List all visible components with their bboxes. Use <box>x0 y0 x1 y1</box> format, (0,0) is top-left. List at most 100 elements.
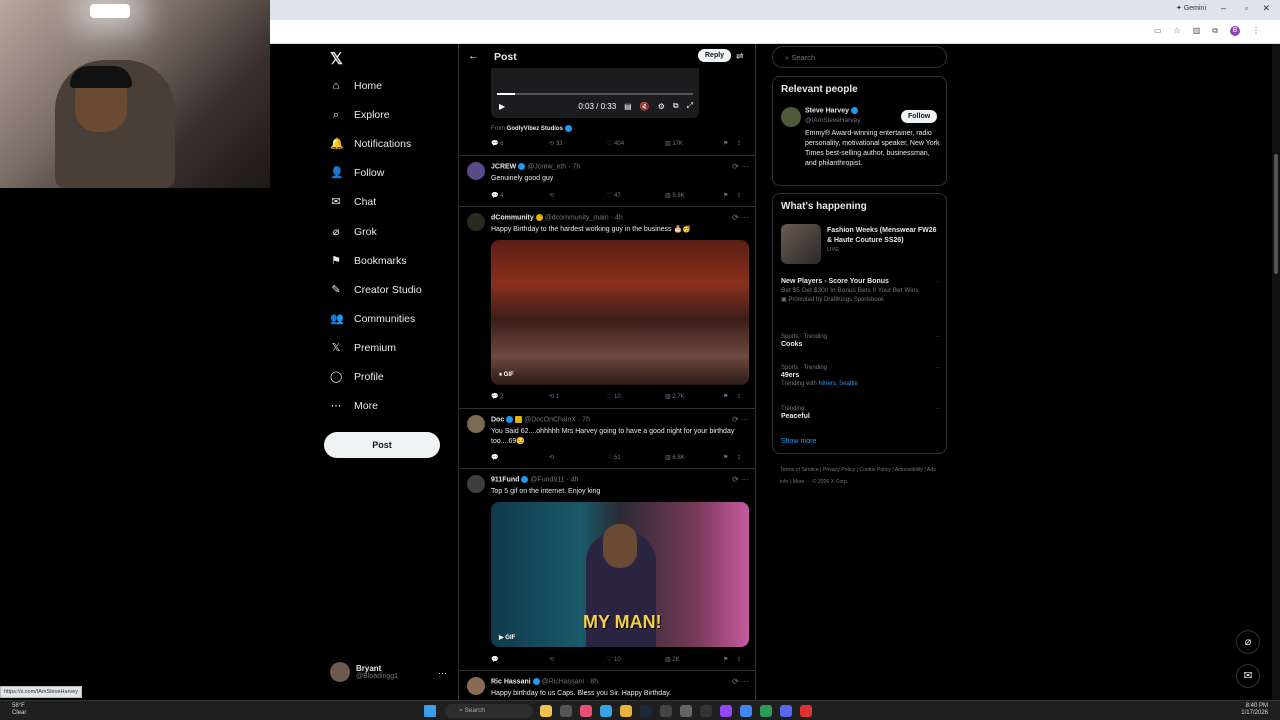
clock[interactable]: 8:40 PM 1/17/2026 <box>1241 703 1268 717</box>
edge-icon[interactable] <box>600 705 612 717</box>
more-icon[interactable]: ⟳ ··· <box>732 415 749 424</box>
gif-media[interactable]: ⏸ GIF <box>491 240 749 385</box>
close-icon[interactable]: ✕ <box>1262 3 1270 14</box>
messages-floating-icon[interactable]: ✉ <box>1236 664 1260 688</box>
reply-icon[interactable]: 💬 4 <box>491 192 549 199</box>
sidebar-item-explore[interactable]: ⌕ Explore <box>330 109 390 121</box>
more-icon[interactable]: ⟳ ··· <box>732 162 749 171</box>
repost-icon[interactable]: ⟲ <box>549 192 607 199</box>
avatar[interactable] <box>467 213 485 231</box>
show-more-link[interactable]: Show more <box>781 438 816 445</box>
post-button[interactable]: Post <box>324 432 440 458</box>
settings-icon[interactable]: ⚙ <box>658 102 665 111</box>
avatar[interactable] <box>467 162 485 180</box>
twitch-icon[interactable] <box>720 705 732 717</box>
scrollbar[interactable] <box>1272 44 1280 700</box>
views-icon[interactable]: ▥ 2.7K <box>665 393 723 400</box>
reply-icon[interactable]: 💬 6 <box>491 140 549 147</box>
repost-icon[interactable]: ⟲ <box>549 454 607 461</box>
person-name[interactable]: Steve Harvey <box>805 107 858 114</box>
video-player[interactable]: ▶ 0:03 / 0:33 ▤ 🔇 ⚙ ⧉ ⤢ <box>491 68 699 118</box>
repost-icon[interactable]: ⟲ 33 <box>549 140 607 147</box>
share-icon[interactable]: ⇪ <box>736 393 741 400</box>
chrome-icon[interactable] <box>740 705 752 717</box>
account-switcher[interactable]: Bryant @Bloadingg1 <box>330 662 398 682</box>
app-icon[interactable] <box>760 705 772 717</box>
app-icon[interactable] <box>800 705 812 717</box>
footer-links[interactable]: Terms of Service | Privacy Policy | Cook… <box>780 464 945 488</box>
sidebar-item-follow[interactable]: 👤 Follow <box>330 167 384 179</box>
share-icon[interactable]: ⇪ <box>736 192 741 199</box>
more-icon[interactable]: ··· <box>935 405 941 413</box>
share-icon[interactable]: ⇪ <box>736 656 741 663</box>
filter-icon[interactable]: ⇌ <box>736 51 744 62</box>
sidebar-item-premium[interactable]: 𝕏 Premium <box>330 342 396 354</box>
reply-icon[interactable]: 💬 <box>491 656 549 663</box>
windows-start-icon[interactable] <box>424 705 436 717</box>
share-icon[interactable]: ⇪ <box>736 454 741 461</box>
sidebar-item-communities[interactable]: 👥 Communities <box>330 313 415 325</box>
back-arrow-icon[interactable]: ← <box>468 50 479 62</box>
captions-icon[interactable]: ▤ <box>624 102 632 111</box>
x-logo-icon[interactable]: 𝕏 <box>330 49 343 69</box>
trend-item[interactable]: Trending ··· Peaceful <box>781 405 941 421</box>
reply-button[interactable]: Reply <box>698 49 732 62</box>
app-icon[interactable] <box>540 705 552 717</box>
steam-icon[interactable] <box>640 705 652 717</box>
more-icon[interactable]: ··· <box>935 364 941 372</box>
more-icon[interactable]: ⟳ ··· <box>732 475 749 484</box>
repost-icon[interactable]: ⟲ 1 <box>549 393 607 400</box>
weather-widget[interactable]: 58°F Clear <box>12 703 26 717</box>
gif-badge[interactable]: ▶ GIF <box>499 634 515 641</box>
account-more-icon[interactable]: ··· <box>438 668 447 678</box>
trend-item[interactable]: Sports · Trending ··· Cooks <box>781 333 941 349</box>
maximize-icon[interactable]: ▫ <box>1245 3 1248 13</box>
cast-icon[interactable]: ▭ <box>1154 26 1162 36</box>
sidebar-item-grok[interactable]: ⌀ Grok <box>330 226 377 238</box>
address-bar[interactable] <box>270 20 1280 44</box>
gemini-button[interactable]: ✦ Gemini <box>1176 4 1206 12</box>
more-icon[interactable]: ⟳ ··· <box>732 213 749 222</box>
sidebar-item-creator-studio[interactable]: ✎ Creator Studio <box>330 284 421 296</box>
fullscreen-icon[interactable]: ⤢ <box>687 101 693 111</box>
like-icon[interactable]: ♡ 10 <box>607 656 665 663</box>
views-icon[interactable]: ▥ 6.8K <box>665 454 723 461</box>
gif-badge[interactable]: ⏸ GIF <box>499 372 514 379</box>
sidebar-item-notifications[interactable]: 🔔 Notifications <box>330 138 411 150</box>
sidebar-item-home[interactable]: ⌂ Home <box>330 80 382 92</box>
more-icon[interactable]: ··· <box>935 333 941 341</box>
bookmark-icon[interactable]: ⚑ <box>723 140 728 147</box>
person-handle[interactable]: @IAmSteveHarvey <box>805 117 860 124</box>
star-icon[interactable]: ☆ <box>1174 26 1181 36</box>
avatar[interactable] <box>781 107 801 127</box>
like-icon[interactable]: ♡ 10 <box>607 393 665 400</box>
pip-icon[interactable]: ⧉ <box>673 101 679 111</box>
app-icon[interactable] <box>680 705 692 717</box>
profile-avatar[interactable]: B <box>1230 26 1240 36</box>
from-source[interactable]: GodlyVibez Studios <box>507 126 563 132</box>
bookmark-icon[interactable]: ⚑ <box>723 192 728 199</box>
share-icon[interactable]: ⇪ <box>736 140 741 147</box>
more-icon[interactable]: ··· <box>935 278 941 286</box>
event-title[interactable]: Fashion Weeks (Menswear FW26 & Haute Cou… <box>827 226 942 246</box>
bookmark-icon[interactable]: ⚑ <box>723 393 728 400</box>
bookmark-icon[interactable]: ⚑ <box>723 656 728 663</box>
avatar[interactable] <box>467 415 485 433</box>
promo-item[interactable]: New Players - Score Your Bonus ··· Bet $5… <box>781 278 941 304</box>
gif-media[interactable]: MY MAN! ▶ GIF <box>491 502 749 647</box>
app-icon[interactable] <box>560 705 572 717</box>
extensions-icon[interactable]: ⧉ <box>1212 26 1218 36</box>
app-icon[interactable] <box>580 705 592 717</box>
grok-floating-icon[interactable]: ⌀ <box>1236 630 1260 654</box>
mute-icon[interactable]: 🔇 <box>640 102 650 111</box>
sidebar-item-profile[interactable]: ◯ Profile <box>330 371 384 383</box>
discord-icon[interactable] <box>780 705 792 717</box>
avatar[interactable] <box>467 475 485 493</box>
app-icon[interactable] <box>660 705 672 717</box>
play-icon[interactable]: ▶ <box>499 102 505 111</box>
sidebar-item-more[interactable]: ⋯ More <box>330 400 378 412</box>
like-icon[interactable]: ♡ 404 <box>607 140 665 147</box>
folder-icon[interactable] <box>620 705 632 717</box>
more-icon[interactable]: ⟳ ··· <box>732 677 749 686</box>
minimize-icon[interactable]: – <box>1221 3 1226 13</box>
